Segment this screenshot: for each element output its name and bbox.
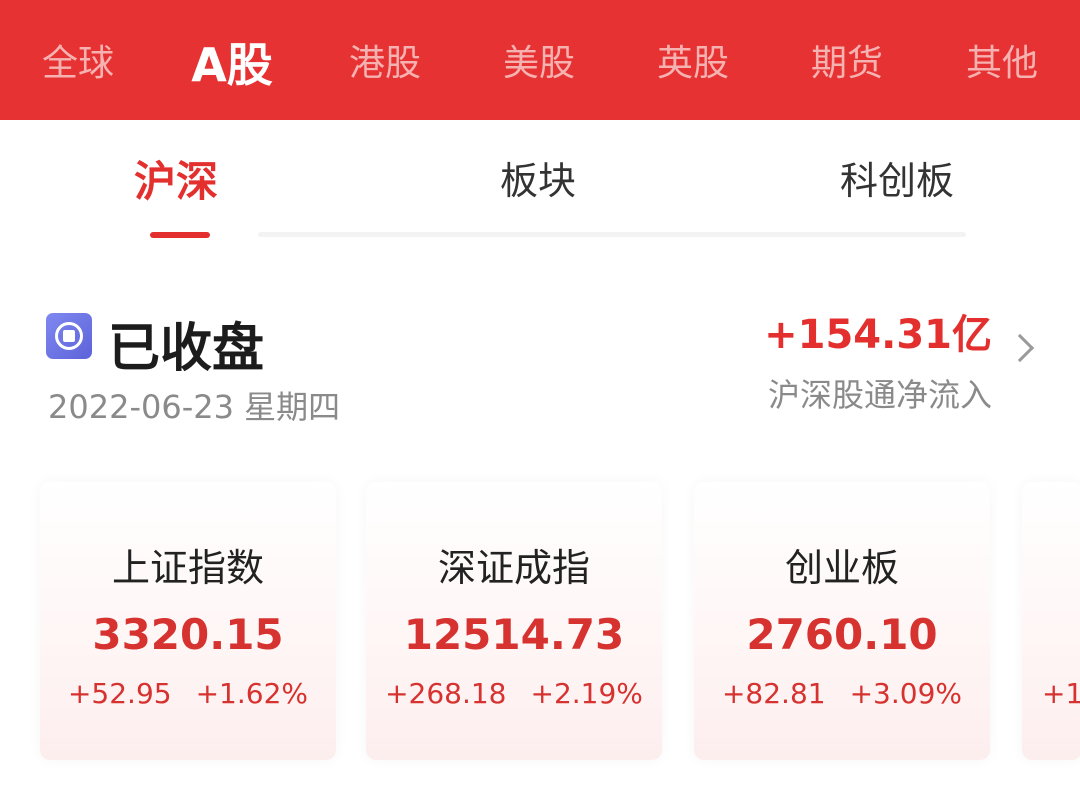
market-tab-uk[interactable]: 英股 [653,0,733,120]
tab-sectors[interactable]: 板块 [500,150,576,205]
index-change-row: +52.95 +1.62% [40,677,336,710]
index-card-chinext[interactable]: 创业板 2760.10 +82.81 +3.09% [694,482,990,760]
tab-track [258,232,966,237]
index-card-shanghai[interactable]: 上证指数 3320.15 +52.95 +1.62% [40,482,336,760]
northbound-flow-value[interactable]: +154.31亿 [764,302,992,360]
northbound-flow-label[interactable]: 沪深股通净流入 [768,370,992,416]
index-change-pct: +1.62% [195,677,309,710]
index-change: +1 [1042,677,1080,710]
market-tab-us[interactable]: 美股 [499,0,579,120]
index-card-partial[interactable]: +1 [1022,482,1080,760]
index-value: 3320.15 [92,610,284,659]
active-tab-indicator [150,232,210,238]
market-tab-bar: 全球 A股 港股 美股 英股 期货 其他 [0,0,1080,120]
index-change-pct: +2.19% [530,677,643,710]
market-tab-hk[interactable]: 港股 [345,0,425,120]
market-tab-a-shares[interactable]: A股 [186,0,278,120]
index-change: +52.95 [67,677,172,710]
market-tab-other[interactable]: 其他 [962,0,1042,120]
index-name: 深证成指 [437,546,590,590]
market-tab-global[interactable]: 全球 [38,0,118,120]
index-name: 创业板 [784,546,899,590]
index-change: +268.18 [385,677,507,710]
market-status-date: 2022-06-23 星期四 [48,388,341,426]
index-value: 12514.73 [403,610,625,659]
market-status-label: 已收盘 [108,319,265,379]
chevron-right-icon[interactable] [1005,333,1035,363]
index-name: 上证指数 [111,546,264,590]
index-change: +82.81 [721,677,826,710]
tab-star-market[interactable]: 科创板 [840,150,954,205]
market-closed-icon [46,313,92,359]
tab-shanghai-shenzhen[interactable]: 沪深 [134,148,218,209]
index-card-shenzhen[interactable]: 深证成指 12514.73 +268.18 +2.19% [366,482,662,760]
index-change-row: +268.18 +2.19% [366,677,662,710]
market-tab-futures[interactable]: 期货 [807,0,887,120]
index-change-row: +82.81 +3.09% [694,677,990,710]
index-change-row: +1 [1022,677,1080,710]
index-value: 2760.10 [746,610,938,659]
index-change-pct: +3.09% [849,677,963,710]
